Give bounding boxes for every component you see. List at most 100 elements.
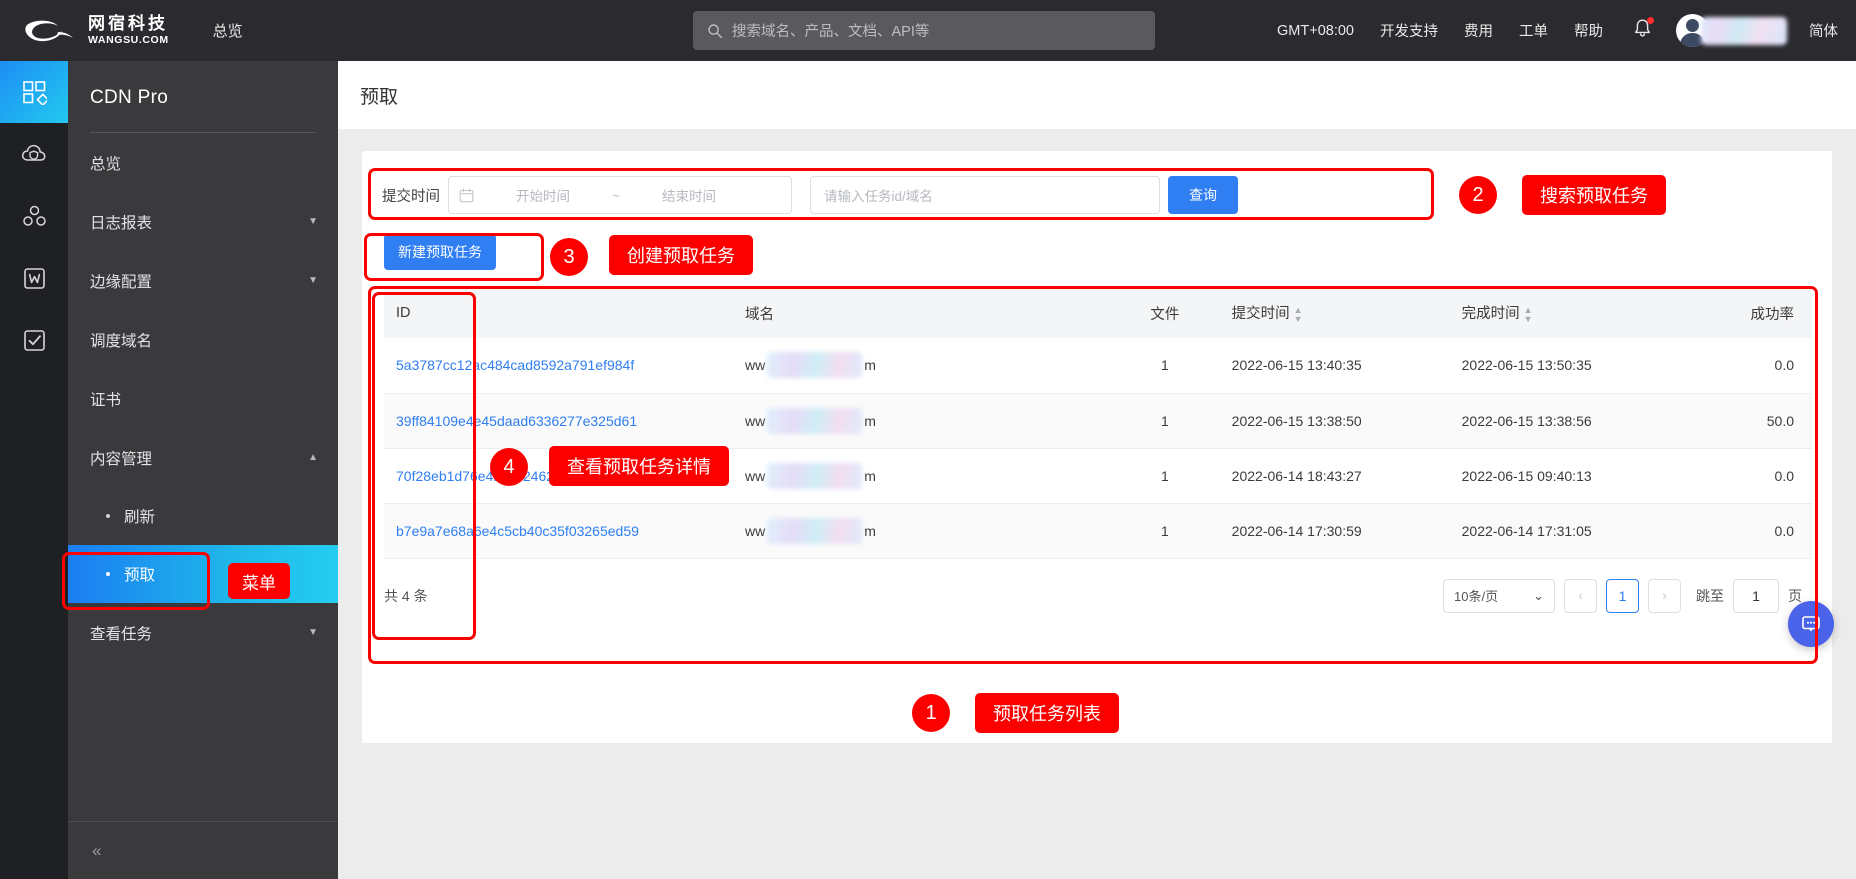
topnav-dev-support[interactable]: 开发支持 (1380, 20, 1438, 41)
cell-id: 5a3787cc12ac484cad8592a791ef984f (384, 338, 737, 394)
user-account-menu[interactable] (1676, 14, 1787, 47)
sidebar-item-purge[interactable]: 刷新 (68, 487, 338, 545)
topnav-help[interactable]: 帮助 (1574, 20, 1603, 41)
cell-id: b7e9a7e68a6e4c5cb40c35f03265ed59 (384, 503, 737, 559)
sidebar-item-content-management[interactable]: 内容管理 ▲ (68, 428, 338, 487)
cell-domain: ww m (736, 503, 1107, 559)
cell-file-count: 1 (1106, 448, 1224, 504)
timezone-label[interactable]: GMT+08:00 (1277, 23, 1354, 39)
chat-bubble-icon (1802, 616, 1820, 632)
cell-file-count: 1 (1106, 503, 1224, 559)
chat-support-button[interactable] (1788, 601, 1834, 647)
sort-arrows-icon[interactable]: ▲ ▼ (1524, 305, 1533, 324)
username-redacted (1701, 16, 1787, 45)
cell-success-rate: 0.0 (1683, 448, 1812, 504)
column-header-finish-time[interactable]: 完成时间 ▲ ▼ (1453, 288, 1684, 338)
domain-redacted (767, 407, 863, 434)
sidebar-item-view-tasks[interactable]: 查看任务 ▼ (68, 603, 338, 662)
domain-redacted (767, 352, 863, 379)
collapse-chevrons-icon[interactable]: « (92, 841, 101, 861)
search-icon (708, 23, 723, 38)
jump-to-input[interactable]: 1 (1733, 578, 1779, 613)
global-search-input[interactable]: 搜索域名、产品、文档、API等 (693, 11, 1155, 50)
sidebar-item-scheduling-domain[interactable]: 调度域名 (68, 310, 338, 369)
domain-prefix: ww (744, 412, 766, 429)
annotation-badge-2: 2 (1459, 176, 1497, 214)
cell-file-count: 1 (1106, 393, 1224, 449)
top-bar: 网宿科技 WANGSU.COM 总览 搜索域名、产品、文档、API等 GMT+0… (0, 0, 1856, 61)
column-header-label: 完成时间 (1461, 306, 1520, 323)
bullet-icon (106, 572, 110, 576)
rail-item-dashboard[interactable] (0, 61, 68, 123)
topnav-overview[interactable]: 总览 (213, 20, 243, 41)
sidebar-subitem-label: 刷新 (124, 509, 156, 526)
calendar-icon (459, 188, 474, 202)
start-time-input[interactable]: 开始时间 (484, 185, 602, 205)
page-size-value: 10条/页 (1454, 589, 1499, 604)
cell-success-rate: 0.0 (1683, 338, 1812, 394)
check-box-icon (23, 329, 45, 351)
end-time-input[interactable]: 结束时间 (630, 185, 748, 205)
page-size-select[interactable]: 10条/页 ⌄ (1443, 578, 1555, 613)
task-id-link[interactable]: 5a3787cc12ac484cad8592a791ef984f (396, 357, 634, 373)
domain-suffix: m (864, 357, 876, 374)
column-header-label: 提交时间 (1231, 306, 1290, 323)
rail-item-waf[interactable] (0, 247, 68, 309)
domain-suffix: m (864, 412, 876, 429)
icon-rail (0, 61, 68, 879)
column-header-submit-time[interactable]: 提交时间 ▲ ▼ (1223, 288, 1454, 338)
date-range-picker[interactable]: 开始时间 ~ 结束时间 (448, 176, 792, 214)
annotation-label-2: 搜索预取任务 (1522, 175, 1666, 215)
column-header-success-rate[interactable]: 成功率 (1683, 288, 1812, 338)
column-header-file[interactable]: 文件 (1106, 288, 1224, 338)
prev-page-button[interactable]: ‹ (1564, 578, 1597, 613)
brand-logo[interactable]: 网宿科技 WANGSU.COM (24, 15, 169, 46)
cell-finish-time: 2022-06-15 09:40:13 (1453, 448, 1684, 504)
w-box-icon (23, 267, 45, 289)
notifications-button[interactable] (1633, 17, 1654, 43)
sidebar-item-edge-config[interactable]: 边缘配置 ▼ (68, 251, 338, 310)
table-row[interactable]: 5a3787cc12ac484cad8592a791ef984f ww m 1 2… (384, 338, 1812, 394)
cell-domain: ww m (736, 393, 1107, 449)
sidebar-item-overview[interactable]: 总览 (68, 133, 338, 192)
table-row[interactable]: b7e9a7e68a6e4c5cb40c35f03265ed59 ww m 1 2… (384, 503, 1812, 559)
new-prefetch-task-button[interactable]: 新建预取任务 (384, 234, 496, 270)
annotation-label-1: 预取任务列表 (975, 693, 1119, 733)
sidebar-item-label: 查看任务 (90, 625, 153, 643)
column-header-domain[interactable]: 域名 (736, 288, 1107, 338)
cell-file-count: 1 (1106, 338, 1224, 394)
topnav-billing[interactable]: 费用 (1464, 20, 1493, 41)
wangsu-logo-icon (25, 20, 73, 41)
topnav-tickets[interactable]: 工单 (1519, 20, 1548, 41)
language-switcher[interactable]: 简体 (1809, 20, 1838, 41)
rail-item-nodes[interactable] (0, 185, 68, 247)
rail-item-tasks[interactable] (0, 309, 68, 371)
page-number-1[interactable]: 1 (1606, 578, 1639, 613)
brand-name-en: WANGSU.COM (88, 34, 169, 47)
side-menu-title: CDN Pro (90, 87, 169, 108)
table-head: ID 域名 文件 提交时间 ▲ ▼ 完成时间 ▲ ▼ 成功率 (384, 288, 1812, 338)
rail-item-cdn[interactable] (0, 123, 68, 185)
date-range-separator: ~ (612, 187, 620, 203)
annotation-label-3: 创建预取任务 (609, 235, 753, 275)
query-button[interactable]: 查询 (1168, 176, 1238, 214)
sidebar-item-prefetch[interactable]: 预取 (68, 545, 338, 603)
sort-arrows-icon[interactable]: ▲ ▼ (1294, 305, 1303, 324)
sidebar-item-certificates[interactable]: 证书 (68, 369, 338, 428)
sidebar-item-label: 边缘配置 (90, 273, 153, 291)
top-right-group: GMT+08:00 开发支持 费用 工单 帮助 简体 (1251, 0, 1838, 61)
pagination: 10条/页 ⌄ ‹ 1 › 跳至 1 页 (1443, 578, 1810, 613)
cell-success-rate: 0.0 (1683, 503, 1812, 559)
keyword-search-input[interactable]: 请输入任务id/域名 (810, 176, 1160, 214)
cell-success-rate: 50.0 (1683, 393, 1812, 449)
chevron-up-icon: ▲ (308, 452, 318, 463)
cell-finish-time: 2022-06-14 17:31:05 (1453, 503, 1684, 559)
task-id-link[interactable]: b7e9a7e68a6e4c5cb40c35f03265ed59 (396, 523, 639, 539)
task-id-link[interactable]: 39ff84109e4e45daad6336277e325d61 (396, 413, 637, 429)
table-row[interactable]: 39ff84109e4e45daad6336277e325d61 ww m 1 2… (384, 393, 1812, 449)
domain-prefix: ww (744, 522, 766, 539)
column-header-id[interactable]: ID (384, 288, 737, 338)
chevron-down-icon: ⌄ (1533, 587, 1544, 603)
next-page-button[interactable]: › (1648, 578, 1681, 613)
sidebar-item-log-reports[interactable]: 日志报表 ▼ (68, 192, 338, 251)
